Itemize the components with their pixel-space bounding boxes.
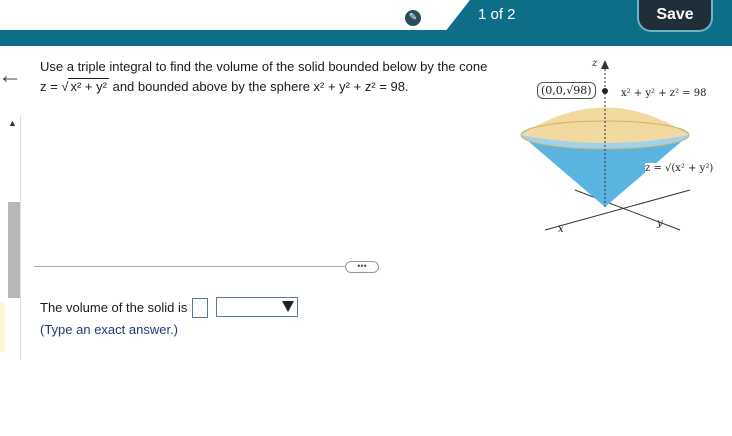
- axis-z-label: z: [592, 58, 598, 69]
- dropdown-arrow-icon[interactable]: [282, 301, 294, 312]
- sphere-equation-label: x² + y² + z² = 98: [621, 88, 707, 99]
- answer-label: The volume of the solid is: [40, 300, 188, 315]
- question-line2: z = √ x² + y² and bounded above by the sp…: [40, 78, 409, 94]
- axis-x-label: x: [558, 224, 564, 235]
- question-text: Use a triple integral to find the volume…: [40, 59, 488, 74]
- scroll-up-icon[interactable]: ▲: [8, 118, 17, 128]
- expand-button[interactable]: •••: [345, 261, 379, 273]
- z-axis-arrow: [601, 60, 609, 69]
- save-button[interactable]: Save: [637, 0, 713, 32]
- answer-input[interactable]: [192, 298, 208, 318]
- answer-hint: (Type an exact answer.): [40, 322, 179, 337]
- scrollbar-track: [20, 115, 21, 360]
- header-panel: [0, 0, 470, 30]
- help-icon[interactable]: ✎: [405, 10, 421, 26]
- back-arrow-icon[interactable]: ←: [0, 62, 22, 90]
- top-bar: ✎ 1 of 2 Save: [0, 0, 732, 46]
- scrollbar-thumb[interactable]: [8, 202, 20, 298]
- cone-equation-label: z = √(x² + y²): [645, 163, 714, 174]
- page-indicator: 1 of 2: [478, 6, 516, 23]
- axis-y-label: y: [657, 218, 663, 229]
- left-accent: [0, 302, 5, 352]
- section-divider: [34, 266, 377, 267]
- apex-point: [602, 88, 608, 94]
- cone-lhs: z =: [40, 79, 58, 94]
- sqrt-expression: √ x² + y²: [61, 78, 109, 94]
- y-axis-line: [574, 189, 681, 231]
- question-line2-rest: and bounded above by the sphere x² + y² …: [112, 79, 409, 94]
- point-label: (0,0,√98): [537, 82, 596, 99]
- units-select[interactable]: [216, 297, 298, 317]
- cone-radicand: x² + y²: [68, 78, 109, 94]
